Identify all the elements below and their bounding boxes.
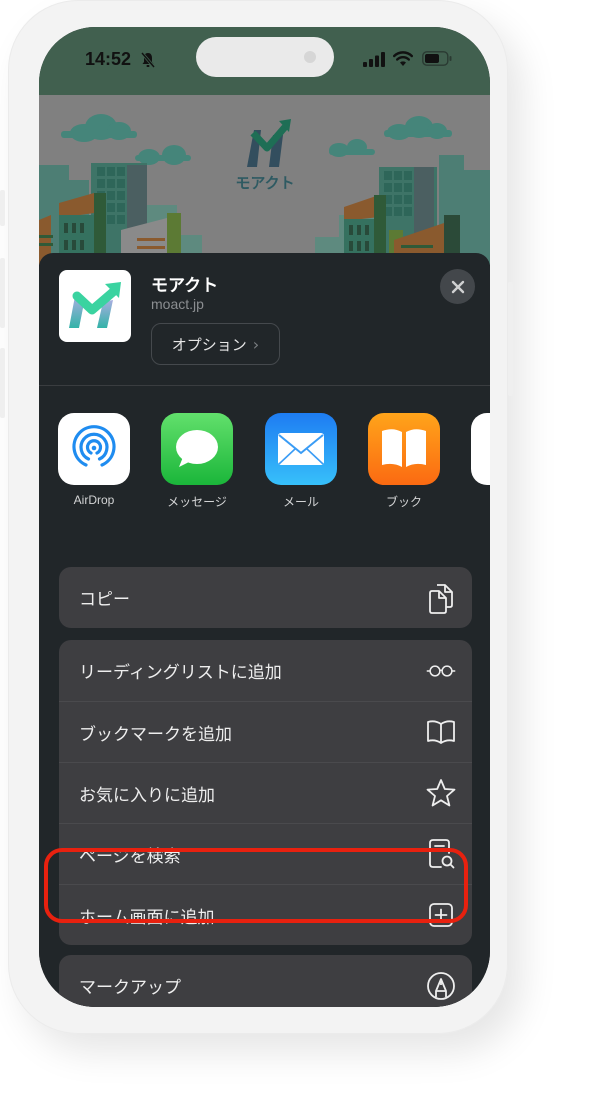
share-app-label: メール [282,495,319,509]
battery-icon [422,51,452,66]
share-app-books[interactable]: ブック [366,413,442,510]
markup-group: マークアップ [59,955,472,1007]
action-label: ブックマークを追加 [79,724,232,745]
moact-logo [247,119,291,167]
moact-m-icon [69,282,121,328]
dynamic-island [196,37,334,77]
action-label: マークアップ [79,978,181,998]
action-find-on-page[interactable]: ページを検索 [59,823,472,884]
action-markup[interactable]: マークアップ [59,955,472,1007]
share-app-messages[interactable]: メッセージ [159,413,235,510]
status-bar: 14:52 [39,27,490,95]
side-button [0,190,5,226]
action-label: コピー [79,590,130,610]
volume-up-button [0,258,5,328]
site-icon [59,270,131,342]
markup-pen-icon [426,971,456,1001]
action-add-to-home-screen[interactable]: ホーム画面に追加 [59,884,472,945]
find-on-page-icon [426,839,456,869]
cellular-signal-icon [363,52,385,67]
banner-logo-text: モアクト [235,174,294,192]
add-square-icon [426,900,456,930]
copy-icon [426,583,456,614]
messages-icon [161,413,233,485]
action-label: リーディングリストに追加 [79,663,282,683]
close-button[interactable] [440,269,475,304]
star-icon [426,778,456,808]
share-sheet: モアクト moact.jp オプション › AirDrop メッセージ メール … [39,253,490,1007]
screen: 14:52 モアクト モアクト moact.jp オプション › AirDrop… [39,27,490,1007]
website-banner: モアクト [39,95,490,265]
action-add-reading-list[interactable]: リーディングリストに追加 [59,640,472,701]
action-copy[interactable]: コピー [59,567,472,628]
airdrop-icon [58,413,130,485]
options-button[interactable]: オプション › [151,323,280,365]
chevron-right-icon: › [252,334,260,354]
action-add-favorites[interactable]: お気に入りに追加 [59,762,472,823]
power-button [508,282,513,396]
share-app-label: メッセージ [167,495,227,509]
partial-app-icon [471,413,490,485]
action-label: ページを検索 [79,846,181,867]
share-app-airdrop[interactable]: AirDrop [56,413,132,507]
site-url: moact.jp [151,296,204,312]
share-header: モアクト moact.jp オプション › [39,253,490,386]
camera-dot [304,51,316,63]
close-icon [451,280,464,293]
glasses-icon [426,656,456,686]
status-time: 14:52 [85,49,132,69]
book-icon [426,717,456,747]
bell-slash-icon [140,52,156,68]
share-app-mail[interactable]: メール [263,413,339,510]
share-apps-row: AirDrop メッセージ メール ブック [39,387,490,537]
copy-group: コピー [59,567,472,628]
phone-frame: 14:52 モアクト モアクト moact.jp オプション › AirDrop… [0,0,513,1034]
options-label: オプション [171,335,247,354]
share-app-label: ブック [385,495,422,509]
action-label: お気に入りに追加 [79,785,215,806]
wifi-icon [393,51,413,66]
action-label: ホーム画面に追加 [79,907,215,928]
share-app-label: AirDrop [73,493,115,507]
mail-icon [265,413,337,485]
action-add-bookmark[interactable]: ブックマークを追加 [59,701,472,762]
volume-down-button [0,348,5,418]
site-title: モアクト [151,276,219,296]
books-icon [368,413,440,485]
share-app-partial[interactable] [469,413,490,485]
city-illustration: モアクト [39,114,490,265]
actions-group: リーディングリストに追加 ブックマークを追加 お気に入りに追加 ページを検索 ホ… [59,640,472,945]
